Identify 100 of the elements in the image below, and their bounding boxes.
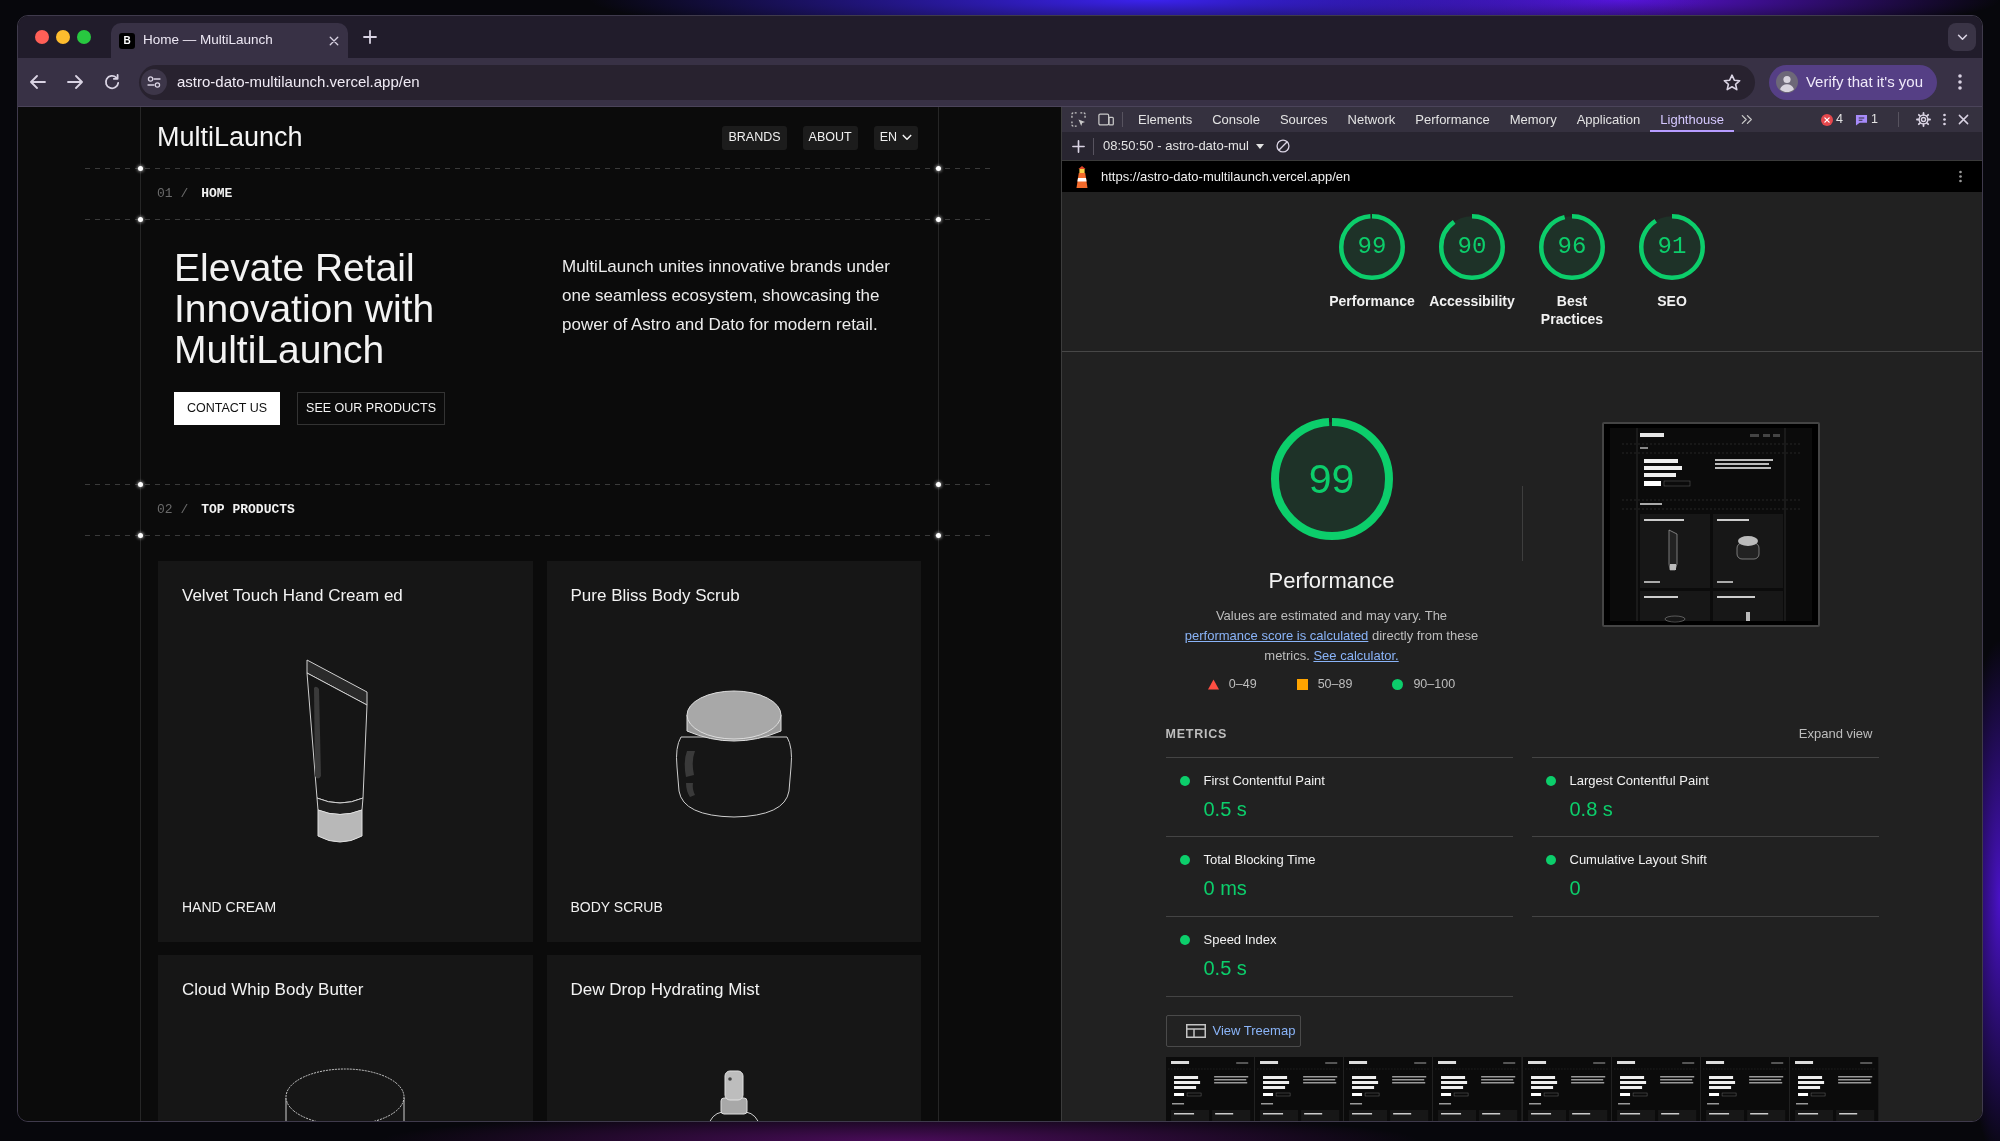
description-link[interactable]: performance score is calculated: [1184, 628, 1369, 643]
score-gauge: [1439, 214, 1505, 280]
settings-button[interactable]: [1916, 112, 1931, 127]
devtools-tab[interactable]: Console: [1202, 107, 1270, 132]
window-close-button[interactable]: [35, 30, 49, 44]
message-icon: [1855, 113, 1869, 126]
tab-search-button[interactable]: [1948, 23, 1976, 51]
hero-heading: Elevate Retail Innovation with MultiLaunch: [174, 247, 436, 370]
message-counter[interactable]: 1: [1855, 110, 1878, 129]
product-name: Dew Drop Hydrating Mist: [570, 979, 760, 1001]
sliders-icon: [147, 76, 161, 88]
close-icon: [1958, 114, 1969, 125]
nav-link[interactable]: ABOUT: [802, 125, 858, 150]
metric-name: Cumulative Layout Shift: [1569, 852, 1707, 868]
hero-text: MultiLaunch unites innovative brands under one seamless ecosystem, showcasing the power of Astro and Dato for modern retail.: [562, 256, 891, 336]
devices-icon: [1098, 113, 1114, 126]
site-logo[interactable]: MultiLaunch: [157, 124, 303, 151]
window-minimize-button[interactable]: [56, 30, 70, 44]
metric-name: Total Blocking Time: [1203, 852, 1316, 868]
kebab-menu-icon: [1959, 170, 1962, 183]
legend-range: 50–89: [1317, 676, 1353, 693]
grid-node-icon: [138, 166, 143, 171]
metric-name: Speed Index: [1203, 932, 1277, 948]
devtools-tab[interactable]: Sources: [1269, 107, 1338, 132]
grid-node-icon: [936, 217, 941, 222]
status-dot-icon: [1179, 776, 1190, 786]
close-devtools-button[interactable]: [1958, 114, 1969, 125]
product-card[interactable]: Dew Drop Hydrating Mist: [546, 955, 921, 1121]
kebab-menu-icon: [1958, 74, 1962, 90]
category-title: Performance: [1268, 567, 1395, 595]
grid-node-icon: [936, 533, 941, 538]
expand-view-toggle[interactable]: Expand view: [1798, 726, 1879, 742]
status-dot-icon: [1179, 855, 1190, 865]
browser-tab[interactable]: B Home — MultiLaunch: [111, 23, 348, 58]
product-name: Pure Bliss Body Scrub: [570, 585, 740, 607]
clear-reports-button[interactable]: [1275, 139, 1290, 153]
score-label: Best Practices: [1539, 292, 1605, 328]
score-label: Accessibility: [1429, 292, 1515, 310]
new-report-button[interactable]: [1072, 139, 1085, 153]
legend-range: 0–49: [1228, 676, 1257, 693]
section-title: TOP PRODUCTS: [201, 501, 295, 520]
contact-button[interactable]: CONTACT US: [174, 392, 281, 425]
devtools-tab[interactable]: Network: [1337, 107, 1406, 132]
devtools-tab[interactable]: Elements: [1128, 107, 1203, 132]
status-dot-icon: [1545, 855, 1556, 865]
description-link[interactable]: See calculator.: [1313, 648, 1399, 663]
products-button[interactable]: SEE OUR PRODUCTS: [297, 392, 445, 425]
legend-range: 90–100: [1413, 676, 1456, 693]
star-icon: [1722, 73, 1741, 91]
report-url: https://astro-dato-multilaunch.vercel.app/en: [1101, 167, 1351, 186]
product-category: HAND CREAM: [182, 898, 277, 916]
forward-arrow-icon: [67, 75, 83, 89]
score-value: 99: [1308, 458, 1355, 500]
double-chevron-icon: [1740, 114, 1753, 125]
metric-value: 0: [1569, 876, 1581, 901]
lighthouse-icon: [1075, 165, 1089, 188]
devtools-tab[interactable]: Application: [1566, 107, 1651, 132]
devtools-menu-button[interactable]: [1943, 113, 1946, 126]
address-bar[interactable]: astro-dato-multilaunch.vercel.app/en: [139, 64, 1755, 100]
clear-icon: [1275, 139, 1290, 153]
devtools-tab[interactable]: Performance: [1405, 107, 1500, 132]
reload-icon: [104, 74, 120, 90]
score-value: 91: [1657, 235, 1687, 259]
section-title: HOME: [201, 185, 233, 204]
score-gauge: [1639, 214, 1705, 280]
product-card[interactable]: Pure Bliss Body Scrub BODY SCRUB: [546, 561, 921, 942]
metric-name: First Contentful Paint: [1203, 773, 1325, 789]
bookmark-button[interactable]: [1722, 73, 1741, 91]
plus-icon: [363, 30, 377, 44]
metric-value: 0.5 s: [1203, 797, 1247, 822]
devtools-tab[interactable]: Memory: [1499, 107, 1567, 132]
product-card[interactable]: Cloud Whip Body Butter: [158, 955, 533, 1121]
view-treemap-button[interactable]: View Treemap: [1165, 1015, 1301, 1047]
report-selector[interactable]: 08:50:50 - astro-dato-mul: [1099, 136, 1268, 156]
score-label: SEO: [1657, 292, 1687, 310]
plus-icon: [1072, 139, 1085, 153]
status-dot-icon: [1545, 776, 1556, 786]
profile-button[interactable]: Verify that it's you: [1768, 64, 1937, 100]
error-counter[interactable]: 4: [1821, 110, 1844, 129]
product-card[interactable]: Velvet Touch Hand Cream ed HAND CREAM: [158, 561, 533, 942]
grid-node-icon: [138, 217, 143, 222]
window-maximize-button[interactable]: [77, 30, 91, 44]
nav-link[interactable]: BRANDS: [722, 125, 787, 150]
score-label: Performance: [1329, 292, 1415, 310]
caret-icon: [1255, 143, 1264, 149]
language-dropdown[interactable]: EN: [873, 125, 918, 150]
grid-node-icon: [138, 533, 143, 538]
inspect-icon: [1070, 112, 1086, 127]
metric-value: 0.5 s: [1203, 956, 1247, 981]
product-name: Velvet Touch Hand Cream ed: [182, 585, 403, 607]
product-name: Cloud Whip Body Butter: [182, 979, 364, 1001]
site-settings-button[interactable]: [141, 69, 167, 95]
score-value: 99: [1357, 235, 1387, 259]
back-arrow-icon: [30, 75, 46, 89]
grid-node-icon: [138, 482, 143, 487]
status-dot-icon: [1179, 935, 1190, 945]
report-menu-button[interactable]: [1959, 170, 1962, 183]
grid-node-icon: [936, 166, 941, 171]
settings-icon: [1916, 112, 1931, 127]
product-category: BODY SCRUB: [570, 898, 663, 916]
